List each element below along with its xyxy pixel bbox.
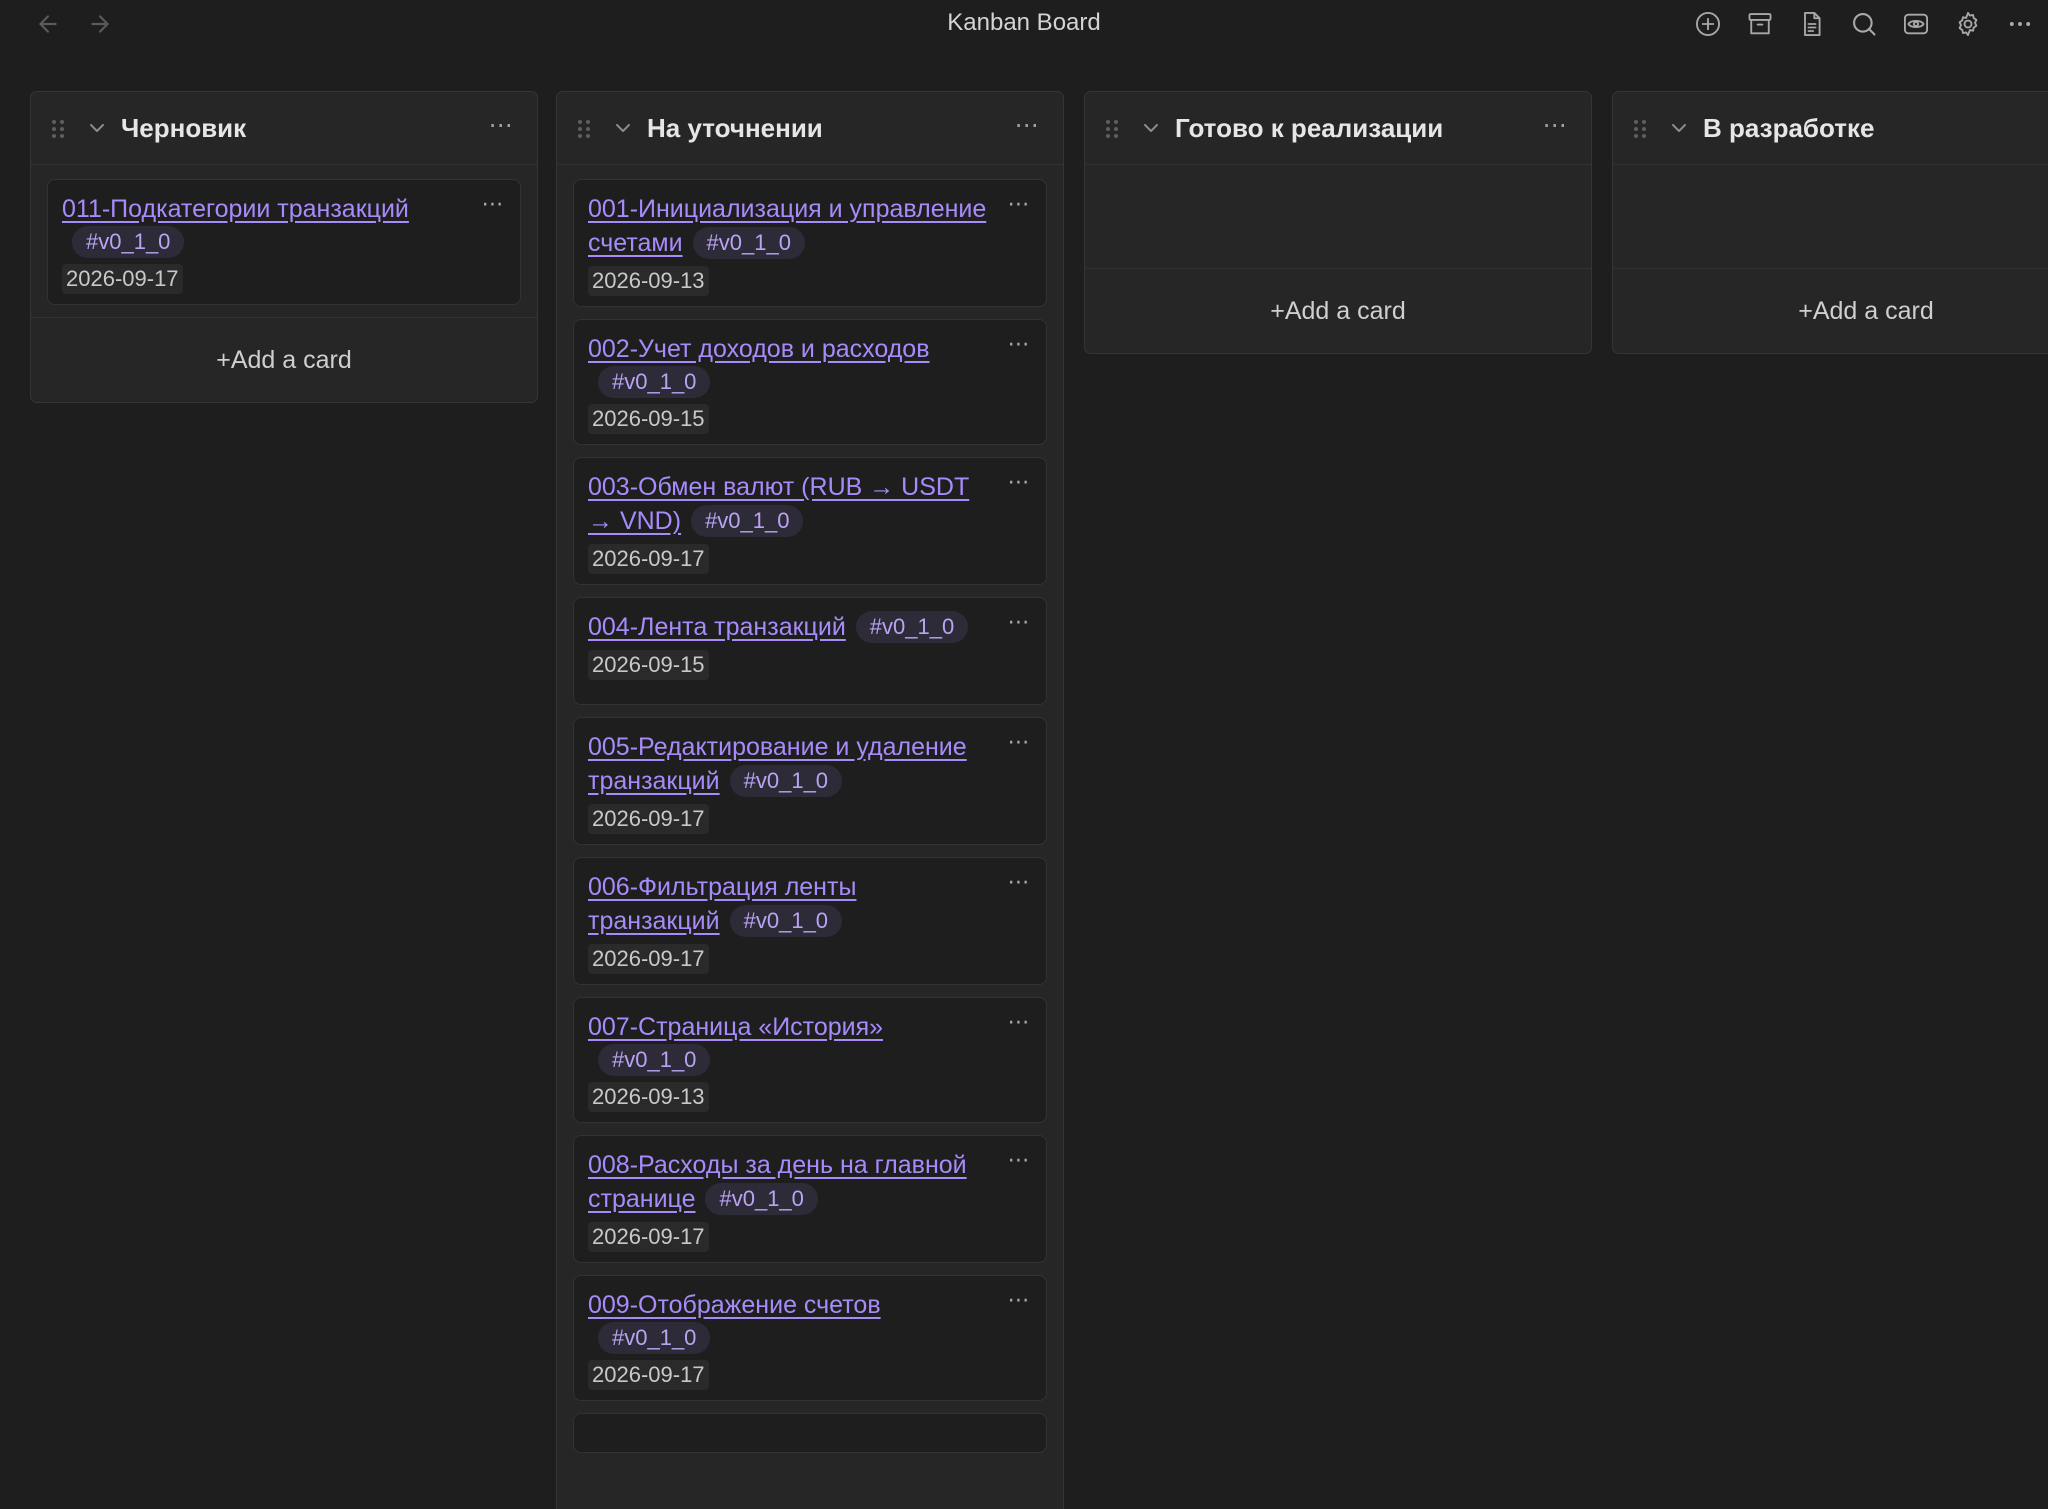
card-date[interactable]: 2026-09-17 (588, 804, 709, 834)
card-menu-button[interactable]: ⋯ (1004, 193, 1032, 218)
card[interactable]: 001-Инициализация и управление счетами #v… (573, 179, 1047, 307)
card-menu-button[interactable]: ⋯ (1004, 1289, 1032, 1314)
card-title-link[interactable]: 011-Подкатегории транзакций (62, 195, 409, 223)
card-menu-button[interactable]: ⋯ (1004, 1149, 1032, 1174)
chevron-down-icon[interactable] (1669, 118, 1689, 138)
toolbar (1690, 6, 2038, 42)
card-menu-button[interactable]: ⋯ (1004, 871, 1032, 896)
card-menu-button[interactable]: ⋯ (1004, 611, 1032, 636)
plus-circle-icon (1694, 10, 1722, 38)
card-title-link[interactable]: 002-Учет доходов и расходов (588, 335, 929, 363)
card-tag[interactable]: #v0_1_0 (729, 765, 843, 797)
lane-menu-button[interactable]: ⋯ (485, 114, 515, 144)
card-tag[interactable]: #v0_1_0 (598, 1322, 711, 1354)
lane-menu-button[interactable]: ⋯ (1539, 114, 1569, 144)
card-title-link[interactable]: 009-Отображение счетов (588, 1291, 881, 1319)
chevron-down-icon[interactable] (1141, 118, 1161, 138)
card-date[interactable]: 2026-09-17 (588, 944, 709, 974)
chevron-down-icon[interactable] (87, 118, 107, 138)
empty-card-list (1085, 165, 1591, 268)
lane-clarification: На уточнении ⋯ 001-Инициализация и управ… (556, 91, 1064, 1509)
card-date[interactable]: 2026-09-17 (588, 1360, 709, 1390)
kanban-board: Черновик ⋯ 011-Подкатегории транзакций #v… (30, 91, 2048, 1509)
card-tag[interactable]: #v0_1_0 (855, 611, 969, 643)
arrow-left-icon (35, 11, 61, 37)
back-button[interactable] (32, 8, 64, 40)
card-title-link[interactable]: 007-Страница «История» (588, 1013, 883, 1041)
lane-header: На уточнении ⋯ (557, 92, 1063, 165)
lane-title: Готово к реализации (1175, 113, 1444, 143)
archive-button[interactable] (1742, 6, 1778, 42)
archive-icon (1746, 10, 1774, 38)
card[interactable]: 007-Страница «История» #v0_1_0 2026-09-13… (573, 997, 1047, 1123)
card-tag[interactable]: #v0_1_0 (598, 1044, 711, 1076)
lane-title: Черновик (121, 113, 247, 143)
eye-icon (1902, 10, 1930, 38)
arrow-right-icon (87, 11, 113, 37)
card-menu-button[interactable]: ⋯ (478, 193, 506, 218)
add-card-button[interactable]: +Add a card (1085, 268, 1591, 353)
card[interactable]: 006-Фильтрация ленты транзакций #v0_1_0 2… (573, 857, 1047, 985)
more-options-button[interactable] (2002, 6, 2038, 42)
card[interactable]: 003-Обмен валют (RUB → USDT → VND) #v0_1_… (573, 457, 1047, 585)
forward-button[interactable] (84, 8, 116, 40)
search-button[interactable] (1846, 6, 1882, 42)
card-list: 001-Инициализация и управление счетами #v… (557, 165, 1063, 1453)
settings-button[interactable] (1950, 6, 1986, 42)
lane-title: В разработке (1703, 113, 1875, 143)
markdown-view-button[interactable] (1794, 6, 1830, 42)
card-tag[interactable]: #v0_1_0 (598, 366, 711, 398)
card-tag[interactable]: #v0_1_0 (705, 1183, 818, 1215)
card-date[interactable]: 2026-09-13 (588, 1082, 709, 1112)
add-card-button[interactable]: +Add a card (31, 317, 537, 402)
document-icon (1798, 10, 1826, 38)
card-tag[interactable]: #v0_1_0 (692, 227, 805, 259)
card-list: 011-Подкатегории транзакций #v0_1_0 2026-… (31, 165, 537, 305)
card[interactable]: 009-Отображение счетов #v0_1_0 2026-09-17… (573, 1275, 1047, 1401)
card-date[interactable]: 2026-09-15 (588, 650, 709, 680)
lane-header: Готово к реализации ⋯ (1085, 92, 1591, 165)
add-card-button[interactable]: +Add a card (1613, 268, 2048, 353)
lane-header: В разработке ⋯ (1613, 92, 2048, 165)
lane-menu-button[interactable]: ⋯ (1011, 114, 1041, 144)
drag-handle-icon[interactable] (575, 118, 593, 140)
card-menu-button[interactable]: ⋯ (1004, 731, 1032, 756)
card-tag[interactable]: #v0_1_0 (691, 505, 804, 537)
card[interactable]: 002-Учет доходов и расходов #v0_1_0 2026-… (573, 319, 1047, 445)
search-icon (1850, 10, 1878, 38)
lane-ready: Готово к реализации ⋯ +Add a card (1084, 91, 1592, 354)
card-date[interactable]: 2026-09-15 (588, 404, 709, 434)
card[interactable]: 011-Подкатегории транзакций #v0_1_0 2026-… (47, 179, 521, 305)
drag-handle-icon[interactable] (1631, 118, 1649, 140)
card-date[interactable]: 2026-09-17 (588, 1222, 709, 1252)
card-title-link[interactable]: 004-Лента транзакций (588, 613, 846, 641)
gear-icon (1954, 10, 1982, 38)
more-horizontal-icon (2006, 10, 2034, 38)
lane-title: На уточнении (647, 113, 823, 143)
lane-in-development: В разработке ⋯ +Add a card (1612, 91, 2048, 354)
drag-handle-icon[interactable] (1103, 118, 1121, 140)
card-tag[interactable]: #v0_1_0 (72, 226, 185, 258)
card-date[interactable]: 2026-09-17 (588, 544, 709, 574)
card-menu-button[interactable]: ⋯ (1004, 471, 1032, 496)
card[interactable]: 005-Редактирование и удаление транзакций… (573, 717, 1047, 845)
empty-card-list (1613, 165, 2048, 268)
card-date[interactable]: 2026-09-13 (588, 266, 709, 296)
card[interactable]: 004-Лента транзакций #v0_1_0 2026-09-15 ⋯ (573, 597, 1047, 705)
view-button[interactable] (1898, 6, 1934, 42)
new-note-button[interactable] (1690, 6, 1726, 42)
card-date[interactable]: 2026-09-17 (62, 264, 183, 294)
lane-header: Черновик ⋯ (31, 92, 537, 165)
card-menu-button[interactable]: ⋯ (1004, 333, 1032, 358)
card-tag[interactable]: #v0_1_0 (729, 905, 843, 937)
card-partial[interactable] (573, 1413, 1047, 1453)
lane-draft: Черновик ⋯ 011-Подкатегории транзакций #v… (30, 91, 538, 403)
chevron-down-icon[interactable] (613, 118, 633, 138)
card-menu-button[interactable]: ⋯ (1004, 1011, 1032, 1036)
card[interactable]: 008-Расходы за день на главной странице #… (573, 1135, 1047, 1263)
top-bar: Kanban Board (0, 0, 2048, 46)
drag-handle-icon[interactable] (49, 118, 67, 140)
